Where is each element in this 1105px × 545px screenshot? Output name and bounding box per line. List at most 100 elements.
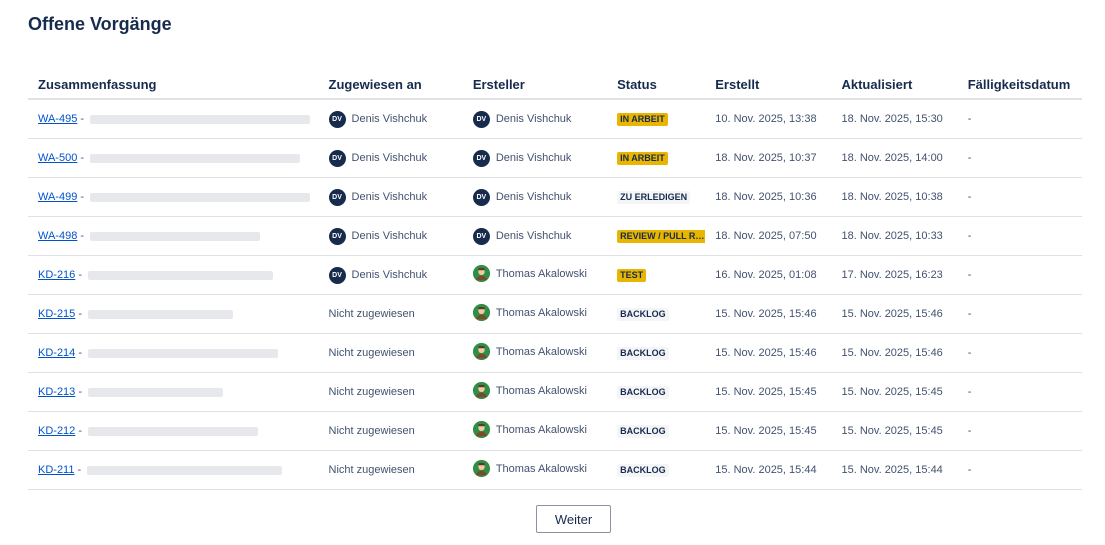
summary-separator: -	[77, 113, 88, 125]
user-avatar-icon: DV	[328, 227, 346, 245]
creator[interactable]: Thomas Akalowski	[472, 460, 587, 477]
table-row[interactable]: KD-216 - DV Denis Vishchuk Thomas Akalowsk…	[28, 255, 1082, 295]
header-status[interactable]: Status	[607, 70, 706, 100]
status-badge: IN ARBEIT	[617, 112, 668, 126]
updated-cell: 15. Nov. 2025, 15:46	[831, 333, 958, 373]
creator-name: Thomas Akalowski	[495, 462, 587, 475]
summary-separator: -	[77, 152, 88, 164]
assignee-cell: DV Denis Vishchuk	[318, 99, 463, 139]
user-avatar-icon: DV	[472, 227, 490, 245]
assignee-name: Denis Vishchuk	[351, 152, 428, 164]
issue-key-link[interactable]: KD-212	[38, 425, 75, 437]
summary-separator: -	[75, 386, 86, 398]
page-title: Offene Vorgänge	[28, 14, 172, 34]
issue-key-link[interactable]: KD-211	[38, 464, 74, 476]
creator[interactable]: Thomas Akalowski	[472, 343, 587, 360]
table-row[interactable]: KD-214 - Nicht zugewiesen Thomas Akalowsk…	[28, 333, 1082, 373]
table-row[interactable]: KD-212 - Nicht zugewiesen Thomas Akalowsk…	[28, 411, 1082, 451]
created-cell: 15. Nov. 2025, 15:45	[705, 411, 832, 451]
creator[interactable]: Thomas Akalowski	[472, 421, 587, 438]
table-row[interactable]: KD-213 - Nicht zugewiesen Thomas Akalowsk…	[28, 372, 1082, 412]
created-cell: 18. Nov. 2025, 10:36	[705, 177, 832, 217]
due-date-cell: -	[957, 177, 1082, 217]
header-assignee[interactable]: Zugewiesen an	[318, 70, 463, 100]
redacted-summary	[88, 309, 234, 319]
user-avatar-icon: DV	[472, 188, 490, 206]
issue-key-link[interactable]: WA-499	[38, 191, 77, 203]
summary-cell: KD-214 -	[28, 333, 319, 373]
summary-cell: WA-499 -	[28, 177, 319, 217]
user-photo-avatar-icon	[472, 343, 490, 360]
issue-key-link[interactable]: KD-216	[38, 269, 75, 281]
issue-key-link[interactable]: KD-214	[38, 347, 75, 359]
issue-key-link[interactable]: KD-213	[38, 386, 75, 398]
assignee[interactable]: DV Denis Vishchuk	[328, 110, 427, 128]
redacted-summary	[88, 348, 279, 358]
assignee-name: Denis Vishchuk	[351, 230, 428, 242]
header-updated[interactable]: Aktualisiert	[831, 70, 958, 100]
creator-cell: DV Denis Vishchuk	[462, 138, 608, 178]
user-avatar-icon: DV	[328, 110, 346, 128]
issues-table: Zusammenfassung Zugewiesen an Ersteller …	[28, 70, 1082, 490]
assignee-cell: Nicht zugewiesen	[318, 333, 463, 373]
creator[interactable]: Thomas Akalowski	[472, 265, 587, 282]
created-cell: 15. Nov. 2025, 15:46	[705, 333, 832, 373]
creator[interactable]: DV Denis Vishchuk	[472, 149, 571, 167]
table-row[interactable]: WA-495 - DV Denis Vishchuk DV Denis Vishchu…	[28, 99, 1082, 139]
issues-panel: Offene Vorgänge Zusammenfassung Zugewies…	[0, 0, 1105, 545]
header-created[interactable]: Erstellt	[705, 70, 832, 100]
created-cell: 18. Nov. 2025, 07:50	[705, 216, 832, 256]
issue-key-link[interactable]: WA-498	[38, 230, 77, 242]
issue-key-link[interactable]: WA-495	[38, 113, 77, 125]
assignee-cell: DV Denis Vishchuk	[318, 138, 463, 178]
creator[interactable]: Thomas Akalowski	[472, 304, 587, 321]
updated-cell: 18. Nov. 2025, 14:00	[831, 138, 958, 178]
creator-cell: Thomas Akalowski	[462, 255, 608, 295]
creator-cell: Thomas Akalowski	[462, 333, 608, 373]
pagination: Weiter	[536, 505, 611, 533]
creator-name: Thomas Akalowski	[495, 423, 587, 436]
header-due-date[interactable]: Fälligkeitsdatum	[957, 70, 1082, 100]
assignee[interactable]: DV Denis Vishchuk	[328, 266, 427, 284]
creator-name: Denis Vishchuk	[495, 230, 572, 242]
status-cell: IN ARBEIT	[607, 99, 706, 139]
issue-key-link[interactable]: WA-500	[38, 152, 77, 164]
creator[interactable]: DV Denis Vishchuk	[472, 110, 571, 128]
due-date-cell: -	[957, 138, 1082, 178]
status-badge: BACKLOG	[617, 385, 669, 399]
summary-separator: -	[75, 308, 86, 320]
assignee[interactable]: DV Denis Vishchuk	[328, 188, 427, 206]
summary-cell: KD-216 -	[28, 255, 319, 295]
redacted-summary	[87, 465, 283, 475]
unassigned-label: Nicht zugewiesen	[328, 347, 415, 359]
header-summary[interactable]: Zusammenfassung	[28, 70, 319, 100]
assignee[interactable]: DV Denis Vishchuk	[328, 227, 428, 245]
table-row[interactable]: WA-498 - DV Denis Vishchuk DV Denis Vishchu…	[28, 216, 1082, 256]
creator-cell: DV Denis Vishchuk	[462, 216, 608, 256]
updated-cell: 15. Nov. 2025, 15:46	[831, 294, 958, 334]
status-cell: ZU ERLEDIGEN	[607, 177, 706, 217]
redacted-summary	[90, 114, 311, 124]
due-date-cell: -	[957, 450, 1082, 490]
creator-name: Denis Vishchuk	[495, 191, 572, 203]
assignee-cell: DV Denis Vishchuk	[318, 177, 463, 217]
unassigned-label: Nicht zugewiesen	[328, 425, 415, 437]
next-page-button[interactable]: Weiter	[536, 505, 611, 533]
issue-key-link[interactable]: KD-215	[38, 308, 75, 320]
status-badge: BACKLOG	[617, 346, 669, 360]
redacted-summary	[90, 231, 261, 241]
creator[interactable]: DV Denis Vishchuk	[472, 188, 572, 206]
created-cell: 16. Nov. 2025, 01:08	[705, 255, 832, 295]
assignee[interactable]: DV Denis Vishchuk	[328, 149, 428, 167]
table-row[interactable]: WA-500 - DV Denis Vishchuk DV Denis Vishchu…	[28, 138, 1082, 178]
creator[interactable]: Thomas Akalowski	[472, 382, 587, 399]
table-body: WA-495 - DV Denis Vishchuk DV Denis Vishchu…	[28, 99, 1082, 490]
header-creator[interactable]: Ersteller	[462, 70, 608, 100]
table-row[interactable]: KD-215 - Nicht zugewiesen Thomas Akalowsk…	[28, 294, 1082, 334]
status-badge: BACKLOG	[617, 463, 669, 477]
table-row[interactable]: WA-499 - DV Denis Vishchuk DV Denis Vishchu…	[28, 177, 1082, 217]
status-badge: TEST	[617, 268, 647, 282]
creator[interactable]: DV Denis Vishchuk	[472, 227, 572, 245]
table-row[interactable]: KD-211 - Nicht zugewiesen Thomas Akalowsk…	[28, 450, 1082, 490]
created-cell: 15. Nov. 2025, 15:46	[705, 294, 832, 334]
